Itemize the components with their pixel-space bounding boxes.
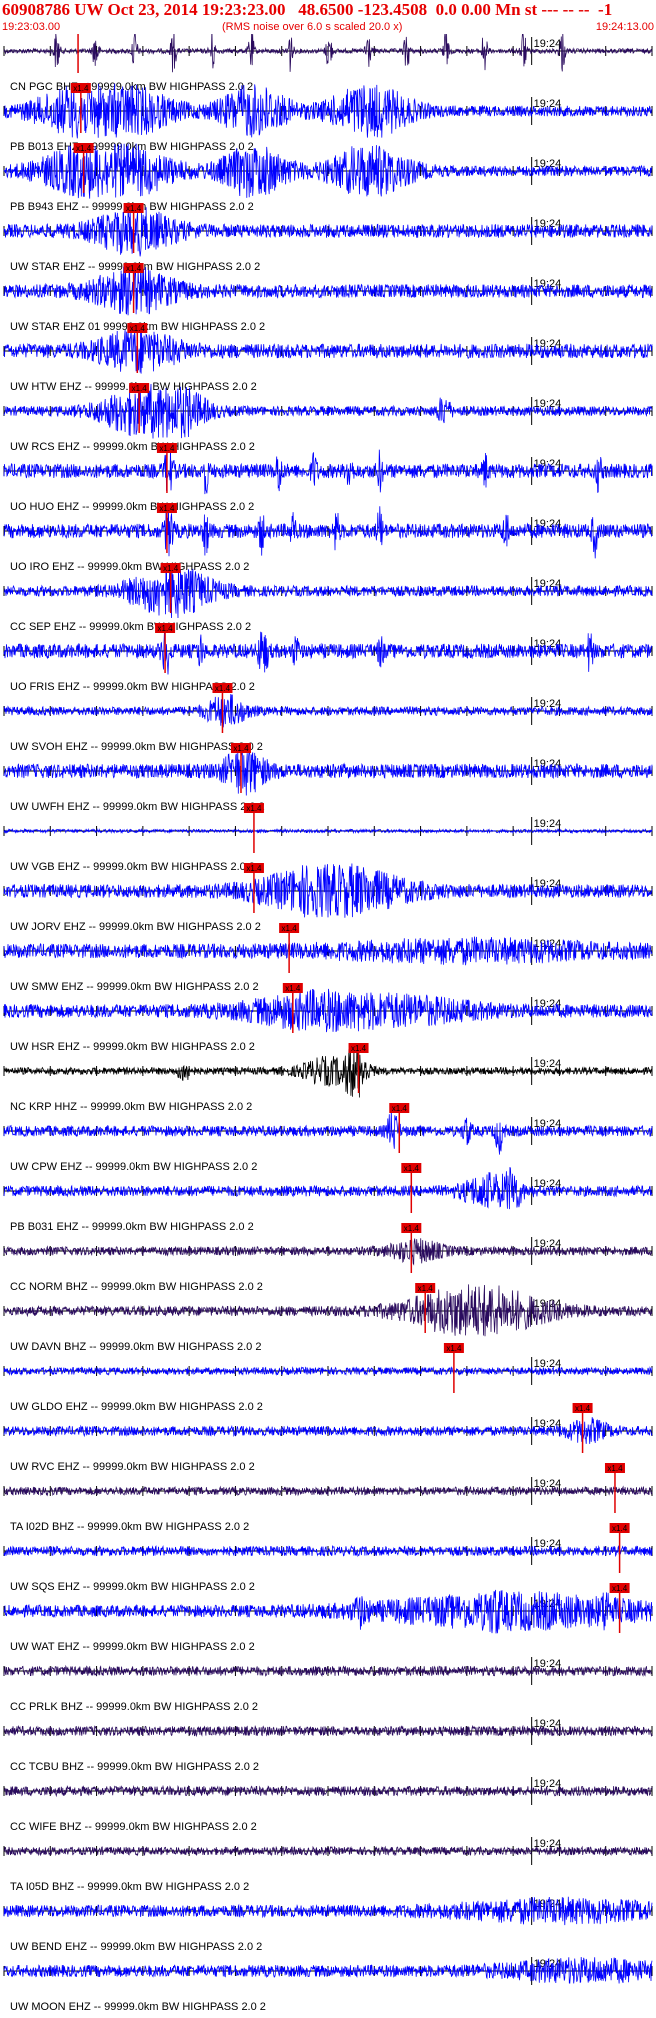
station-label: UO IRO EHZ -- 99999.0km BW HIGHPASS 2.0 … bbox=[10, 561, 249, 573]
station-label: UW RVC EHZ -- 99999.0km BW HIGHPASS 2.0 … bbox=[10, 1461, 255, 1473]
station-label: UW VGB EHZ -- 99999.0km BW HIGHPASS 2.0 … bbox=[10, 861, 255, 873]
station-label: NC KRP HHZ -- 99999.0km BW HIGHPASS 2.0 … bbox=[10, 1101, 252, 1113]
waveform bbox=[3, 1046, 653, 1098]
station-label: CC WIFE BHZ -- 99999.0km BW HIGHPASS 2.0… bbox=[10, 1821, 257, 1833]
station-label: PB B013 EHZ -- 99999.0km BW HIGHPASS 2.0… bbox=[10, 141, 254, 153]
pick-label: x1.4 bbox=[159, 504, 175, 513]
station-label: CC SEP EHZ -- 99999.0km BW HIGHPASS 2.0 … bbox=[10, 621, 251, 633]
station-label: UW SVOH EHZ -- 99999.0km BW HIGHPASS 2.0… bbox=[10, 741, 263, 753]
pick-label: x1.4 bbox=[246, 864, 262, 873]
station-label: UW JORV EHZ -- 99999.0km BW HIGHPASS 2.0… bbox=[10, 921, 261, 933]
pick-label: x1.4 bbox=[159, 444, 175, 453]
waveform bbox=[3, 629, 653, 675]
pick-label: x1.4 bbox=[132, 384, 148, 393]
plot-header: 60908786 UW Oct 23, 2014 19:23:23.00 48.… bbox=[0, 0, 656, 34]
pick-label: x1.4 bbox=[73, 84, 89, 93]
pick-label: x1.4 bbox=[607, 1464, 623, 1473]
pick-label: x1.4 bbox=[158, 624, 174, 633]
end-time: 19:24:13.00 bbox=[595, 21, 654, 33]
pick-label: x1.4 bbox=[126, 264, 142, 273]
pick-label: x1.4 bbox=[126, 204, 142, 213]
station-label: UW HSR EHZ -- 99999.0km BW HIGHPASS 2.0 … bbox=[10, 1041, 255, 1053]
station-label: CC TCBU BHZ -- 99999.0km BW HIGHPASS 2.0… bbox=[10, 1761, 259, 1773]
station-label: UW RCS EHZ -- 99999.0km BW HIGHPASS 2.0 … bbox=[10, 441, 255, 453]
station-label: UW DAVN BHZ -- 99999.0km BW HIGHPASS 2.0… bbox=[10, 1341, 261, 1353]
pick-label: x1.4 bbox=[575, 1404, 591, 1413]
pick-label: x1.4 bbox=[130, 324, 146, 333]
pick-label: x1.4 bbox=[282, 924, 298, 933]
station-label: UW BEND EHZ -- 99999.0km BW HIGHPASS 2.0… bbox=[10, 1941, 262, 1953]
minute-label: 19:24 bbox=[534, 1238, 562, 1250]
station-label: CC PRLK BHZ -- 99999.0km BW HIGHPASS 2.0… bbox=[10, 1701, 258, 1713]
pick-label: x1.4 bbox=[351, 1044, 367, 1053]
station-label: UW SQS EHZ -- 99999.0km BW HIGHPASS 2.0 … bbox=[10, 1581, 255, 1593]
station-label: TA I02D BHZ -- 99999.0km BW HIGHPASS 2.0… bbox=[10, 1521, 249, 1533]
station-label: UW SMW EHZ -- 99999.0km BW HIGHPASS 2.0 … bbox=[10, 981, 259, 993]
pick-label: x1.4 bbox=[418, 1284, 434, 1293]
station-label: TA I05D BHZ -- 99999.0km BW HIGHPASS 2.0… bbox=[10, 1881, 249, 1893]
pick-label: x1.4 bbox=[246, 804, 262, 813]
station-label: UW MOON EHZ -- 99999.0km BW HIGHPASS 2.0… bbox=[10, 2001, 266, 2013]
minute-label: 19:24 bbox=[534, 1058, 562, 1070]
station-label: UW UWFH EHZ -- 99999.0km BW HIGHPASS 2.0… bbox=[10, 801, 265, 813]
station-label: UW GLDO EHZ -- 99999.0km BW HIGHPASS 2.0… bbox=[10, 1401, 263, 1413]
station-label: UO HUO EHZ -- 99999.0km BW HIGHPASS 2.0 … bbox=[10, 501, 254, 513]
pick-label: x1.4 bbox=[233, 744, 249, 753]
minute-label: 19:24 bbox=[534, 818, 562, 830]
minute-label: 19:24 bbox=[534, 1778, 562, 1790]
waveform bbox=[3, 328, 653, 374]
waveform bbox=[3, 1589, 653, 1634]
pick-label: x1.4 bbox=[285, 984, 301, 993]
pick-label: x1.4 bbox=[612, 1524, 628, 1533]
station-label: CC NORM BHZ -- 99999.0km BW HIGHPASS 2.0… bbox=[10, 1281, 263, 1293]
minute-label: 19:24 bbox=[534, 1658, 562, 1670]
scale-note: (RMS noise over 6.0 s scaled 20.0 x) bbox=[222, 21, 403, 33]
waveform bbox=[3, 205, 653, 257]
seismogram-chart: 19:24x1.4CN PGC BHZ -- 99999.0km BW HIGH… bbox=[3, 34, 653, 2013]
pick-label: x1.4 bbox=[612, 1584, 628, 1593]
time-bar: 19:23:03.00 (RMS noise over 6.0 s scaled… bbox=[0, 21, 656, 34]
pick-label: x1.4 bbox=[163, 564, 179, 573]
station-label: UW CPW EHZ -- 99999.0km BW HIGHPASS 2.0 … bbox=[10, 1161, 257, 1173]
pick-label: x1.4 bbox=[404, 1164, 420, 1173]
pick-label: x1.4 bbox=[76, 144, 92, 153]
station-label: UW WAT EHZ -- 99999.0km BW HIGHPASS 2.0 … bbox=[10, 1641, 255, 1653]
pick-label: x1.4 bbox=[392, 1104, 408, 1113]
start-time: 19:23:03.00 bbox=[2, 21, 61, 33]
station-label: PB B031 EHZ -- 99999.0km BW HIGHPASS 2.0… bbox=[10, 1221, 254, 1233]
minute-label: 19:24 bbox=[534, 38, 562, 50]
minute-label: 19:24 bbox=[534, 1358, 562, 1370]
event-title: 60908786 UW Oct 23, 2014 19:23:23.00 48.… bbox=[2, 0, 613, 19]
pick-label: x1.4 bbox=[215, 684, 231, 693]
pick-label: x1.4 bbox=[404, 1224, 420, 1233]
pick-label: x1.4 bbox=[446, 1344, 462, 1353]
